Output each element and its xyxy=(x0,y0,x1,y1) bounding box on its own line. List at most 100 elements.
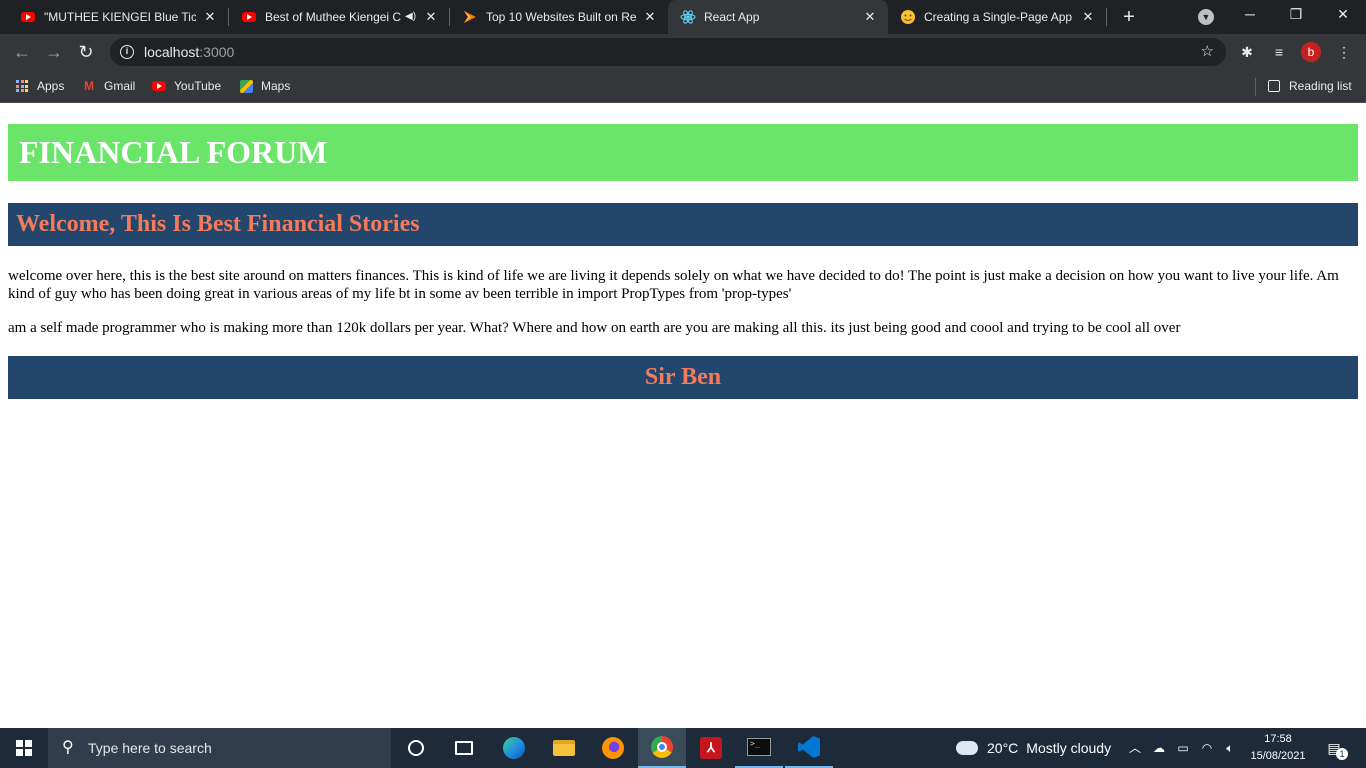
tab-best-of-muthee-kiengei[interactable]: Best of Muthee Kiengei C ◀) ✕ xyxy=(229,0,449,34)
tab-divider xyxy=(1106,8,1107,26)
clock-date: 15/08/2021 xyxy=(1250,750,1306,762)
bookmark-youtube[interactable]: YouTube xyxy=(152,76,221,96)
url-host: localhost xyxy=(144,44,200,60)
cortana-button[interactable] xyxy=(392,728,440,768)
edge-taskbar-button[interactable] xyxy=(490,728,538,768)
tab-title: "MUTHEE KIENGEI Blue Ticke xyxy=(44,10,196,24)
story-paragraph-1: welcome over here, this is the best site… xyxy=(8,268,1339,302)
cloud-sun-icon xyxy=(952,736,978,755)
acrobat-taskbar-button[interactable]: ⅄ xyxy=(687,728,735,768)
reload-icon[interactable]: ↻ xyxy=(74,40,98,64)
cortana-icon xyxy=(408,740,424,756)
notification-badge: 1 xyxy=(1336,748,1348,760)
close-icon[interactable]: ✕ xyxy=(862,9,878,25)
maps-icon xyxy=(239,79,253,93)
onedrive-cloud-icon[interactable]: ☁ xyxy=(1151,740,1167,756)
bookmark-star-icon[interactable]: ☆ xyxy=(1201,43,1214,61)
emoji-icon xyxy=(900,9,916,25)
chevron-up-icon[interactable]: ︿ xyxy=(1127,740,1143,756)
window-close-icon[interactable]: ✕ xyxy=(1333,4,1353,24)
tab-title: React App xyxy=(704,10,760,24)
bookmark-label: YouTube xyxy=(174,79,222,93)
tab-search-chevron-icon[interactable]: ▼ xyxy=(1198,9,1214,25)
taskbar-search-box[interactable]: ⚲ Type here to search xyxy=(48,728,391,768)
search-icon: ⚲ xyxy=(62,739,74,756)
site-title: FINANCIAL FORUM xyxy=(19,134,328,170)
react-icon xyxy=(680,9,696,25)
author-footer: Sir Ben xyxy=(8,356,1358,399)
weather-description: Mostly cloudy xyxy=(1026,740,1112,756)
terminal-icon: >_ xyxy=(747,738,771,756)
file-explorer-taskbar-button[interactable] xyxy=(540,728,588,768)
media-queue-icon[interactable]: ≡ xyxy=(1270,43,1288,61)
windows-logo-icon xyxy=(16,740,32,756)
tab-muthee-kiengei-blue-ticket[interactable]: "MUTHEE KIENGEI Blue Ticke ✕ xyxy=(8,0,228,34)
acrobat-icon: ⅄ xyxy=(700,737,722,759)
restore-icon[interactable]: ❐ xyxy=(1286,4,1306,24)
wifi-icon[interactable]: ◠ xyxy=(1199,740,1215,756)
back-arrow-icon[interactable]: ← xyxy=(10,40,34,64)
url-port: :3000 xyxy=(199,44,235,60)
author-name: Sir Ben xyxy=(644,364,722,390)
forward-arrow-icon[interactable]: → xyxy=(42,40,66,64)
weather-temp: 20°C xyxy=(987,740,1019,756)
bookmarks-bar: Apps M Gmail YouTube Maps Reading list xyxy=(0,70,1366,103)
start-button[interactable] xyxy=(0,728,48,768)
bookmark-label: Maps xyxy=(261,79,291,93)
chrome-taskbar-button[interactable] xyxy=(638,728,686,768)
tab-react-app[interactable]: React App ✕ xyxy=(668,0,888,34)
taskbar-clock[interactable]: 17:58 15/08/2021 xyxy=(1244,731,1312,765)
reading-list-button[interactable]: Reading list xyxy=(1267,76,1352,96)
tab-creating-single-page-app[interactable]: Creating a Single-Page App in ✕ xyxy=(888,0,1106,34)
vscode-taskbar-button[interactable] xyxy=(785,728,833,768)
bookmarks-divider xyxy=(1255,78,1256,96)
extensions-puzzle-icon[interactable]: ✱ xyxy=(1238,43,1256,61)
edge-icon xyxy=(503,737,525,759)
tab-title: Top 10 Websites Built on Reac xyxy=(486,10,636,24)
web-page-content: FINANCIAL FORUM Welcome, This Is Best Fi… xyxy=(0,104,1366,728)
address-bar[interactable]: i localhost:3000 ☆ xyxy=(110,38,1226,66)
story-paragraph-2: am a self made programmer who is making … xyxy=(8,320,1181,336)
bookmark-label: Apps xyxy=(37,79,65,93)
clock-time: 17:58 xyxy=(1264,733,1292,745)
battery-icon[interactable]: ▭ xyxy=(1175,740,1191,756)
close-icon[interactable]: ✕ xyxy=(202,9,218,25)
task-view-button[interactable] xyxy=(440,728,488,768)
minimize-icon[interactable]: ─ xyxy=(1240,4,1260,24)
volume-icon[interactable]: 🔈︎ xyxy=(1222,740,1238,756)
taskbar-search-placeholder: Type here to search xyxy=(88,740,212,756)
tab-title: Creating a Single-Page App in xyxy=(924,10,1074,24)
weather-widget[interactable]: 20°C Mostly cloudy xyxy=(952,728,1112,768)
gmail-icon: M xyxy=(84,79,94,93)
firefox-taskbar-button[interactable] xyxy=(589,728,637,768)
address-url[interactable]: localhost:3000 xyxy=(144,44,234,60)
reading-list-icon xyxy=(1267,79,1281,93)
task-view-icon xyxy=(455,741,473,755)
bookmark-gmail[interactable]: M Gmail xyxy=(82,76,135,96)
bookmark-label: Gmail xyxy=(104,79,136,93)
site-header: FINANCIAL FORUM xyxy=(8,124,1358,181)
close-icon[interactable]: ✕ xyxy=(423,9,439,25)
action-center-icon[interactable]: ▤ 1 xyxy=(1324,738,1348,760)
terminal-taskbar-button[interactable]: >_ xyxy=(735,728,783,768)
profile-avatar[interactable]: b xyxy=(1301,42,1321,62)
youtube-icon xyxy=(20,9,36,25)
youtube-icon xyxy=(241,9,257,25)
firefox-icon xyxy=(602,737,624,759)
windows-taskbar: ⚲ Type here to search ⅄ >_ 20°C Mostly c… xyxy=(0,728,1366,768)
youtube-icon xyxy=(152,79,166,93)
bookmark-apps[interactable]: Apps xyxy=(15,76,64,96)
kebab-menu-icon[interactable]: ⋮ xyxy=(1335,43,1353,61)
arrow-logo-icon xyxy=(462,9,478,25)
close-icon[interactable]: ✕ xyxy=(642,9,658,25)
apps-grid-icon xyxy=(15,79,29,93)
new-tab-button[interactable]: + xyxy=(1118,6,1140,28)
bookmark-maps[interactable]: Maps xyxy=(239,76,290,96)
tab-top-10-websites[interactable]: Top 10 Websites Built on Reac ✕ xyxy=(450,0,668,34)
speaker-icon[interactable]: ◀) xyxy=(405,10,417,24)
welcome-banner: Welcome, This Is Best Financial Stories xyxy=(8,203,1358,246)
info-icon[interactable]: i xyxy=(120,45,134,59)
close-icon[interactable]: ✕ xyxy=(1080,9,1096,25)
chrome-icon xyxy=(651,736,673,758)
browser-tab-strip: "MUTHEE KIENGEI Blue Ticke ✕ Best of Mut… xyxy=(0,0,1366,34)
